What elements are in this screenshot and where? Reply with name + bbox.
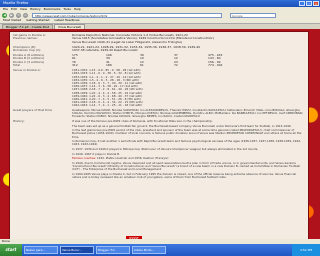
window-titlebar: Mozilla Firefox _ □ ×: [0, 0, 320, 7]
cup-row: Romanian Cup (2): 1937-38 ceferista, 193…: [13, 48, 305, 52]
players-block: Great players of that time Goalkeepers: …: [13, 107, 305, 119]
home-button[interactable]: ⌂: [23, 13, 28, 18]
bookmark-getting-started[interactable]: Getting Started: [26, 18, 49, 22]
division-table: Divizia A (8 editions) 175 106 39 37 475…: [13, 53, 305, 68]
page-viewport: 1st game in Divizia A: Romania Deportivo…: [0, 29, 320, 244]
players-text: Goalkeepers: Mircea DAVID, Nicolae SADOW…: [72, 107, 304, 119]
menu-help[interactable]: Help: [74, 7, 81, 11]
history-paragraph: In 1949, due to Communist regime, Venus …: [72, 160, 301, 172]
bookmark-latest-headlines[interactable]: Latest Headlines: [54, 18, 79, 22]
article-panel: 1st game in Divizia A: Romania Deportivo…: [9, 31, 309, 244]
table-row: Total 312 186 61 72 774 - 402: [13, 63, 223, 68]
taskbar-item[interactable]: Blogger: F.C.: [96, 246, 130, 254]
taskbar-item[interactable]: Nebun pare...: [24, 246, 58, 254]
history-paragraph: In Romanian Cup, it lost another 1 semi-…: [72, 139, 302, 147]
seasons-block: Venus in Divizia A: 1931-1932: 1-15 - 0.…: [13, 68, 305, 107]
players-label: Great players of that time: [13, 107, 52, 112]
menu-edit[interactable]: Edit: [11, 7, 17, 11]
minimize-button[interactable]: _: [299, 1, 305, 6]
history-paragraph: In the last glamorous pre-WW2 period of …: [72, 128, 302, 139]
window-controls: _ □ ×: [299, 1, 319, 6]
maximize-button[interactable]: □: [306, 1, 312, 6]
address-bar[interactable]: http://www.rsssf.com/clubs/romania-histo…: [32, 13, 222, 18]
taskbar: start Nebun pare... Venus Bucur... Blogg…: [0, 244, 320, 256]
system-clock: 4:52 PM: [292, 244, 320, 256]
search-input[interactable]: Google: [230, 13, 276, 18]
history-paragraph: In 1937, 1939 and 1949 it played in Mitr…: [72, 146, 259, 151]
taskbar-item[interactable]: Adobe Photo...: [132, 246, 166, 254]
start-button[interactable]: start: [0, 244, 22, 256]
seasons-list: 1931-1932: 1-15 - 0.0 - 85 - 0 - 58 - 28…: [72, 68, 305, 107]
menu-history[interactable]: History: [30, 7, 41, 11]
coaches-line: Famous coaches: 1932. Platku (Austria) a…: [72, 156, 305, 161]
reload-button[interactable]: ↻: [16, 13, 21, 18]
history-text: It was one of the famous pre-WW2 clubs o…: [72, 118, 305, 179]
back-button[interactable]: ◀: [2, 13, 7, 18]
history-paragraph: It was one of the famous pre-WW2 clubs o…: [72, 118, 213, 123]
history-label: History:: [13, 118, 25, 123]
close-button[interactable]: ×: [313, 1, 319, 6]
coaches-value: 1932. Platku (Austria) and 1936, Kastner…: [96, 156, 169, 161]
seasons-label: Venus in Divizia A:: [13, 68, 41, 73]
prev-names-row-2: Venus Bucuresti 1940–41 (Legat de Lazar …: [13, 39, 305, 44]
menu-tools[interactable]: Tools: [63, 7, 70, 11]
window-title: Mozilla Firefox: [3, 1, 29, 6]
taskbar-item[interactable]: Venus Bucur...: [60, 246, 94, 254]
menu-file[interactable]: File: [3, 7, 8, 11]
bookmark-most-visited[interactable]: Most Visited: [3, 18, 21, 22]
prev-names-value-2: Venus Bucuresti 1940–41 (Legat de Lazar …: [72, 39, 182, 44]
forward-button[interactable]: ▶: [9, 13, 14, 18]
history-paragraph: In 1994-1995 Venus plays in Divizia C, b…: [72, 171, 296, 179]
coaches-label: Famous coaches:: [72, 156, 97, 161]
history-block: History: It was one of the famous pre-WW…: [13, 118, 305, 179]
menu-bookmarks[interactable]: Bookmarks: [44, 7, 61, 11]
menu-view[interactable]: View: [20, 7, 27, 11]
